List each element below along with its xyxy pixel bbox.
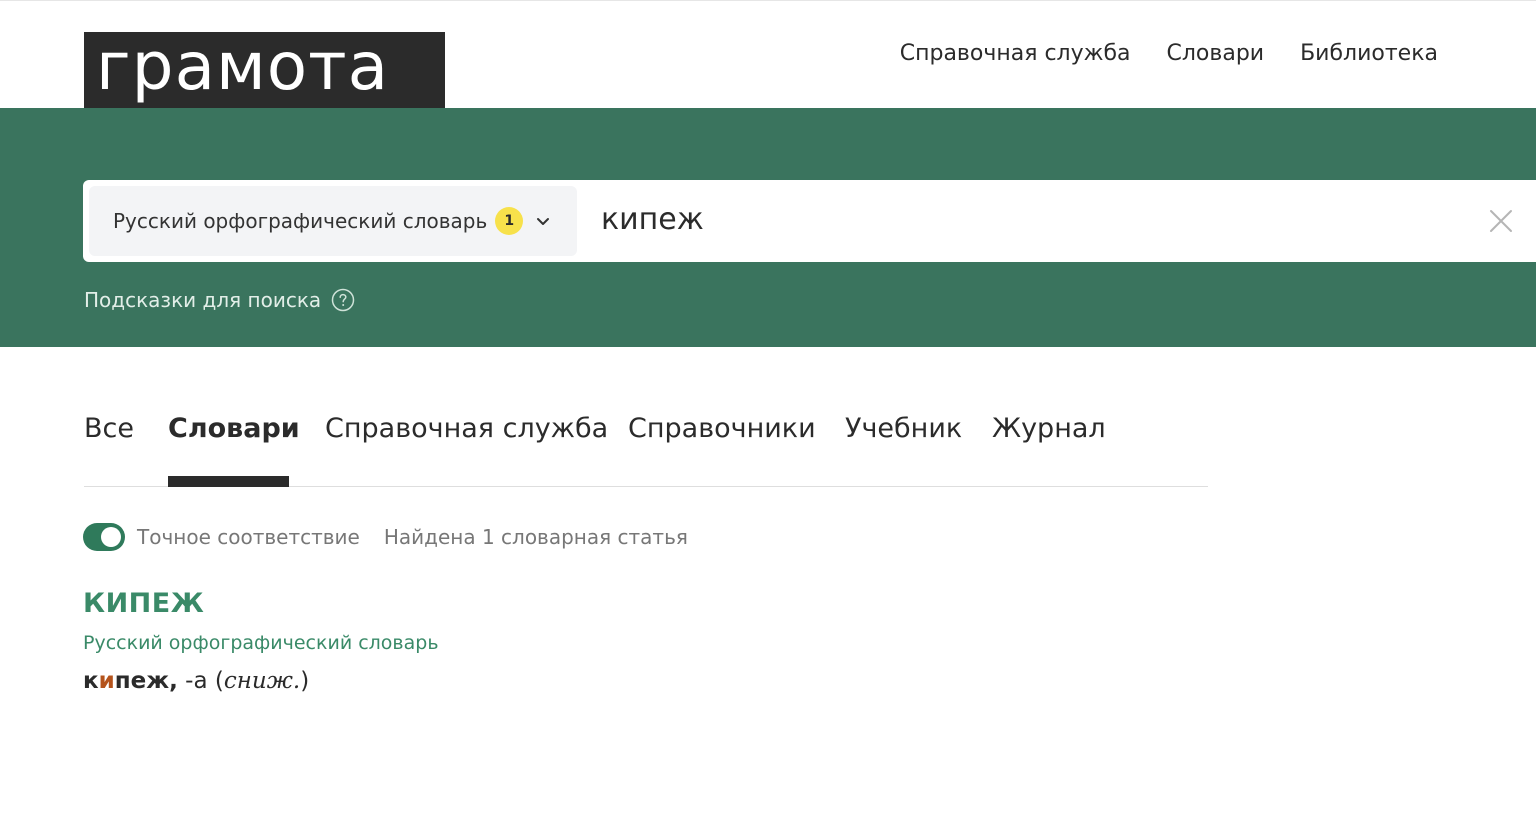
dictionary-select[interactable]: Русский орфографический словарь 1 bbox=[89, 186, 577, 256]
tab-dictionaries[interactable]: Словари bbox=[168, 408, 300, 450]
entry-form: -а ( bbox=[177, 668, 224, 694]
tab-journal[interactable]: Журнал bbox=[992, 408, 1106, 450]
tab-all[interactable]: Все bbox=[84, 408, 134, 450]
dictionary-count-badge: 1 bbox=[495, 207, 524, 235]
dictionary-select-label: Русский орфографический словарь bbox=[113, 209, 488, 233]
tab-help-service[interactable]: Справочная служба bbox=[325, 408, 608, 450]
tab-references[interactable]: Справочники bbox=[628, 408, 816, 450]
results-count: Найдена 1 словарная статья bbox=[383, 525, 688, 549]
search-hints-link[interactable]: Подсказки для поиска bbox=[84, 288, 355, 312]
search-bar: Русский орфографический словарь 1 кипеж bbox=[83, 180, 1536, 262]
chevron-down-icon bbox=[537, 218, 550, 225]
entry-word-end: пеж, bbox=[114, 668, 178, 694]
entry-word-stress: и bbox=[98, 668, 115, 694]
entry-headword[interactable]: КИПЕЖ bbox=[83, 588, 204, 619]
nav-library[interactable]: Библиотека bbox=[1300, 39, 1438, 69]
result-filters: Точное соответствие Найдена 1 словарная … bbox=[83, 523, 688, 551]
entry-source: Русский орфографический словарь bbox=[83, 632, 439, 654]
active-tab-indicator bbox=[168, 476, 289, 487]
top-bar: грамота Справочная служба Словари Библио… bbox=[0, 0, 1536, 108]
site-logo[interactable]: грамота bbox=[84, 32, 445, 108]
exact-match-toggle[interactable] bbox=[83, 523, 125, 551]
search-panel: Русский орфографический словарь 1 кипеж … bbox=[0, 108, 1536, 347]
close-icon[interactable] bbox=[1488, 208, 1514, 234]
entry-close: ) bbox=[300, 668, 310, 694]
nav-dictionaries[interactable]: Словари bbox=[1167, 39, 1265, 69]
question-icon bbox=[331, 288, 355, 312]
nav-help-service[interactable]: Справочная служба bbox=[900, 39, 1131, 69]
exact-match-label: Точное соответствие bbox=[137, 525, 360, 549]
entry-note: сниж. bbox=[223, 668, 301, 694]
search-hints-label: Подсказки для поиска bbox=[84, 288, 322, 312]
tab-textbook[interactable]: Учебник bbox=[845, 408, 962, 450]
main-nav: Справочная служба Словари Библиотека bbox=[900, 39, 1438, 69]
result-tabs: Все Словари Справочная служба Справочник… bbox=[84, 408, 1208, 487]
entry-definition: кипеж, -а (сниж.) bbox=[83, 668, 309, 694]
search-input[interactable]: кипеж bbox=[601, 200, 704, 240]
entry-word-start: к bbox=[83, 668, 99, 694]
